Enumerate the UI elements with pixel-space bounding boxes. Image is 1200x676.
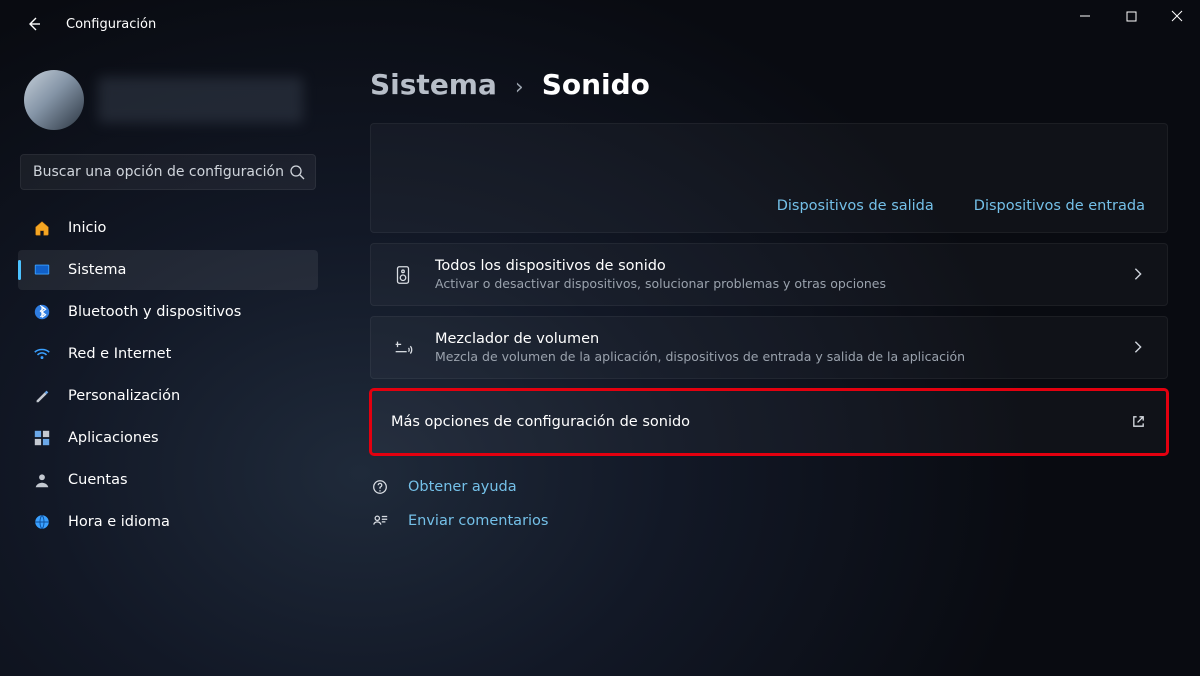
search-box[interactable] (20, 154, 316, 190)
back-button[interactable] (24, 14, 44, 34)
search-input[interactable] (33, 164, 289, 180)
minimize-button[interactable] (1062, 0, 1108, 32)
sidebar-item-system[interactable]: Sistema (18, 250, 318, 290)
search-icon (289, 164, 305, 180)
mixer-icon (391, 336, 415, 360)
row-title: Más opciones de configuración de sonido (391, 414, 1111, 430)
all-sound-devices-row[interactable]: Todos los dispositivos de sonido Activar… (370, 243, 1168, 306)
link-label: Obtener ayuda (408, 479, 517, 495)
help-icon (370, 477, 390, 497)
device-links-card: Dispositivos de salida Dispositivos de e… (370, 123, 1168, 233)
globe-icon (32, 512, 52, 532)
row-subtitle: Activar o desactivar dispositivos, soluc… (435, 276, 1111, 291)
sidebar-item-home[interactable]: Inicio (18, 208, 318, 248)
close-button[interactable] (1154, 0, 1200, 32)
titlebar: Configuración (0, 0, 1200, 48)
chevron-right-icon (1131, 340, 1147, 356)
sidebar-item-label: Aplicaciones (68, 430, 159, 446)
breadcrumb: Sistema › Sonido (370, 68, 1168, 101)
profile-name-redacted (98, 77, 303, 123)
sidebar-item-label: Bluetooth y dispositivos (68, 304, 241, 320)
window-title: Configuración (66, 17, 156, 32)
input-devices-link[interactable]: Dispositivos de entrada (974, 198, 1145, 214)
bluetooth-icon (32, 302, 52, 322)
sidebar-item-apps[interactable]: Aplicaciones (18, 418, 318, 458)
profile-block[interactable] (18, 64, 318, 144)
system-icon (32, 260, 52, 280)
sidebar-item-network[interactable]: Red e Internet (18, 334, 318, 374)
sidebar-item-label: Inicio (68, 220, 106, 236)
feedback-icon (370, 511, 390, 531)
sidebar-item-label: Personalización (68, 388, 180, 404)
more-sound-settings-row[interactable]: Más opciones de configuración de sonido (370, 389, 1168, 455)
sidebar-item-label: Sistema (68, 262, 126, 278)
row-title: Mezclador de volumen (435, 331, 1111, 347)
wifi-icon (32, 344, 52, 364)
window-controls (1062, 0, 1200, 48)
link-label: Enviar comentarios (408, 513, 548, 529)
external-link-icon (1131, 414, 1147, 430)
account-icon (32, 470, 52, 490)
brush-icon (32, 386, 52, 406)
speaker-icon (391, 263, 415, 287)
home-icon (32, 218, 52, 238)
get-help-link[interactable]: Obtener ayuda (370, 477, 1168, 497)
row-subtitle: Mezcla de volumen de la aplicación, disp… (435, 349, 1111, 364)
chevron-right-icon: › (515, 75, 524, 100)
apps-icon (32, 428, 52, 448)
maximize-button[interactable] (1108, 0, 1154, 32)
sidebar-item-time-language[interactable]: Hora e idioma (18, 502, 318, 542)
sidebar-nav: Inicio Sistema (18, 208, 318, 542)
main-content: Sistema › Sonido Dispositivos de salida … (330, 48, 1200, 676)
row-title: Todos los dispositivos de sonido (435, 258, 1111, 274)
sidebar-item-bluetooth[interactable]: Bluetooth y dispositivos (18, 292, 318, 332)
send-feedback-link[interactable]: Enviar comentarios (370, 511, 1168, 531)
sidebar: Inicio Sistema (0, 48, 330, 676)
sidebar-item-label: Hora e idioma (68, 514, 170, 530)
breadcrumb-parent[interactable]: Sistema (370, 68, 497, 101)
output-devices-link[interactable]: Dispositivos de salida (777, 198, 934, 214)
sidebar-item-label: Red e Internet (68, 346, 171, 362)
chevron-right-icon (1131, 267, 1147, 283)
volume-mixer-row[interactable]: Mezclador de volumen Mezcla de volumen d… (370, 316, 1168, 379)
sidebar-item-label: Cuentas (68, 472, 128, 488)
footer-links: Obtener ayuda Enviar comentarios (370, 477, 1168, 531)
sidebar-item-personalization[interactable]: Personalización (18, 376, 318, 416)
sidebar-item-accounts[interactable]: Cuentas (18, 460, 318, 500)
breadcrumb-current: Sonido (542, 68, 650, 101)
avatar (24, 70, 84, 130)
